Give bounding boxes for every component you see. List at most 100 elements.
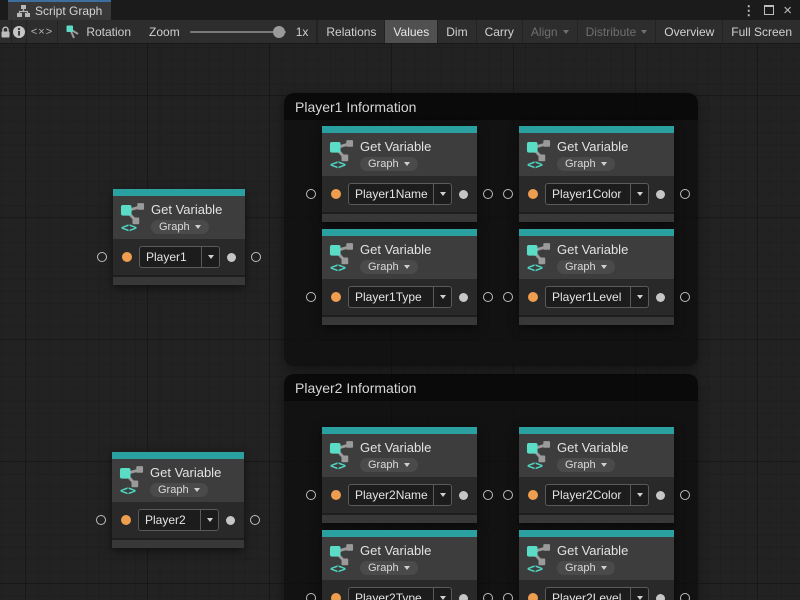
- variable-dropdown-arrow[interactable]: [433, 485, 451, 505]
- node-get-variable-player1name[interactable]: <> Get Variable Graph Player1Name: [322, 126, 477, 222]
- value-output-port-icon[interactable]: [227, 253, 236, 262]
- variable-dropdown[interactable]: Player2Type: [348, 587, 452, 600]
- right-connection-port[interactable]: [483, 292, 493, 302]
- right-connection-port[interactable]: [251, 252, 261, 262]
- variable-input-port-icon[interactable]: [528, 292, 538, 302]
- left-connection-port[interactable]: [503, 292, 513, 302]
- node-get-variable-player1[interactable]: <> Get Variable Graph Player1: [113, 189, 245, 285]
- toolbar-button-relations[interactable]: Relations: [317, 20, 384, 43]
- toolbar-button-overview[interactable]: Overview: [655, 20, 722, 43]
- value-output-port-icon[interactable]: [459, 190, 468, 199]
- node-get-variable-player1level[interactable]: <> Get Variable Graph Player1Level: [519, 229, 674, 325]
- left-connection-port[interactable]: [306, 292, 316, 302]
- toolbar-button-dim[interactable]: Dim: [437, 20, 475, 43]
- variable-input-port-icon[interactable]: [122, 252, 132, 262]
- left-connection-port[interactable]: [503, 490, 513, 500]
- variable-dropdown[interactable]: Player1Type: [348, 286, 452, 308]
- node-get-variable-player2level[interactable]: <> Get Variable Graph Player2Level: [519, 530, 674, 600]
- variable-dropdown[interactable]: Player2Level: [545, 587, 649, 600]
- toolbar-button-carry[interactable]: Carry: [476, 20, 522, 43]
- variable-input-port-icon[interactable]: [528, 593, 538, 600]
- right-connection-port[interactable]: [483, 189, 493, 199]
- value-output-port-icon[interactable]: [656, 190, 665, 199]
- variable-dropdown-arrow[interactable]: [201, 247, 219, 267]
- more-menu-icon[interactable]: ⋮: [742, 4, 755, 17]
- scope-dropdown[interactable]: Graph: [360, 561, 418, 575]
- variable-dropdown-arrow[interactable]: [433, 287, 451, 307]
- graph-canvas[interactable]: Player1 Information Player2 Information …: [0, 44, 800, 600]
- variable-dropdown-arrow[interactable]: [200, 510, 218, 530]
- variable-dropdown[interactable]: Player1Name: [348, 183, 452, 205]
- right-connection-port[interactable]: [680, 292, 690, 302]
- toolbar-button-full-screen[interactable]: Full Screen: [722, 20, 800, 43]
- group-header[interactable]: Player2 Information: [284, 374, 698, 401]
- value-output-port-icon[interactable]: [459, 293, 468, 302]
- node-get-variable-player2name[interactable]: <> Get Variable Graph Player2Name: [322, 427, 477, 523]
- variable-dropdown[interactable]: Player1Level: [545, 286, 649, 308]
- toolbar-button-values[interactable]: Values: [384, 20, 437, 43]
- variable-dropdown[interactable]: Player2Name: [348, 484, 452, 506]
- left-connection-port[interactable]: [503, 593, 513, 600]
- right-connection-port[interactable]: [250, 515, 260, 525]
- variable-dropdown-arrow[interactable]: [433, 184, 451, 204]
- left-connection-port[interactable]: [306, 490, 316, 500]
- variable-dropdown[interactable]: Player1: [139, 246, 220, 268]
- value-output-port-icon[interactable]: [656, 491, 665, 500]
- variable-dropdown[interactable]: Player1Color: [545, 183, 649, 205]
- left-connection-port[interactable]: [503, 189, 513, 199]
- variable-input-port-icon[interactable]: [331, 189, 341, 199]
- toolbar-button-align[interactable]: Align: [522, 20, 577, 43]
- variable-input-port-icon[interactable]: [331, 292, 341, 302]
- variable-input-port-icon[interactable]: [331, 490, 341, 500]
- lock-button[interactable]: [0, 20, 12, 43]
- toolbar-button-distribute[interactable]: Distribute: [577, 20, 656, 43]
- scope-dropdown[interactable]: Graph: [557, 260, 615, 274]
- value-output-port-icon[interactable]: [226, 516, 235, 525]
- node-get-variable-player1type[interactable]: <> Get Variable Graph Player1Type: [322, 229, 477, 325]
- variable-dropdown[interactable]: Player2Color: [545, 484, 649, 506]
- left-connection-port[interactable]: [306, 189, 316, 199]
- variable-dropdown-arrow[interactable]: [630, 184, 648, 204]
- code-view-button[interactable]: <×>: [27, 20, 59, 43]
- maximize-icon[interactable]: [764, 4, 774, 17]
- variable-input-port-icon[interactable]: [331, 593, 341, 600]
- left-connection-port[interactable]: [97, 252, 107, 262]
- zoom-slider-handle[interactable]: [273, 26, 285, 38]
- tab-script-graph[interactable]: Script Graph: [8, 0, 111, 20]
- variable-dropdown[interactable]: Player2: [138, 509, 219, 531]
- variable-input-port-icon[interactable]: [528, 490, 538, 500]
- node-get-variable-player2color[interactable]: <> Get Variable Graph Player2Color: [519, 427, 674, 523]
- scope-dropdown[interactable]: Graph: [557, 157, 615, 171]
- scope-dropdown[interactable]: Graph: [360, 260, 418, 274]
- node-get-variable-player2[interactable]: <> Get Variable Graph Player2: [112, 452, 244, 548]
- value-output-port-icon[interactable]: [459, 594, 468, 600]
- scope-dropdown[interactable]: Graph: [557, 458, 615, 472]
- variable-dropdown-arrow[interactable]: [630, 287, 648, 307]
- right-connection-port[interactable]: [680, 189, 690, 199]
- value-output-port-icon[interactable]: [656, 594, 665, 600]
- scope-dropdown[interactable]: Graph: [360, 157, 418, 171]
- scope-dropdown[interactable]: Graph: [360, 458, 418, 472]
- scope-dropdown[interactable]: Graph: [557, 561, 615, 575]
- variable-dropdown-arrow[interactable]: [433, 588, 451, 600]
- right-connection-port[interactable]: [483, 593, 493, 600]
- variable-input-port-icon[interactable]: [528, 189, 538, 199]
- info-button[interactable]: [12, 20, 27, 43]
- zoom-slider[interactable]: [190, 31, 286, 33]
- group-header[interactable]: Player1 Information: [284, 93, 698, 120]
- node-get-variable-player1color[interactable]: <> Get Variable Graph Player1Color: [519, 126, 674, 222]
- close-icon[interactable]: ×: [783, 3, 792, 18]
- right-connection-port[interactable]: [483, 490, 493, 500]
- left-connection-port[interactable]: [96, 515, 106, 525]
- scope-dropdown[interactable]: Graph: [151, 220, 209, 234]
- variable-input-port-icon[interactable]: [121, 515, 131, 525]
- right-connection-port[interactable]: [680, 490, 690, 500]
- scope-dropdown[interactable]: Graph: [150, 483, 208, 497]
- variable-dropdown-arrow[interactable]: [630, 588, 648, 600]
- value-output-port-icon[interactable]: [656, 293, 665, 302]
- left-connection-port[interactable]: [306, 593, 316, 600]
- variable-dropdown-arrow[interactable]: [630, 485, 648, 505]
- node-get-variable-player2type[interactable]: <> Get Variable Graph Player2Type: [322, 530, 477, 600]
- value-output-port-icon[interactable]: [459, 491, 468, 500]
- right-connection-port[interactable]: [680, 593, 690, 600]
